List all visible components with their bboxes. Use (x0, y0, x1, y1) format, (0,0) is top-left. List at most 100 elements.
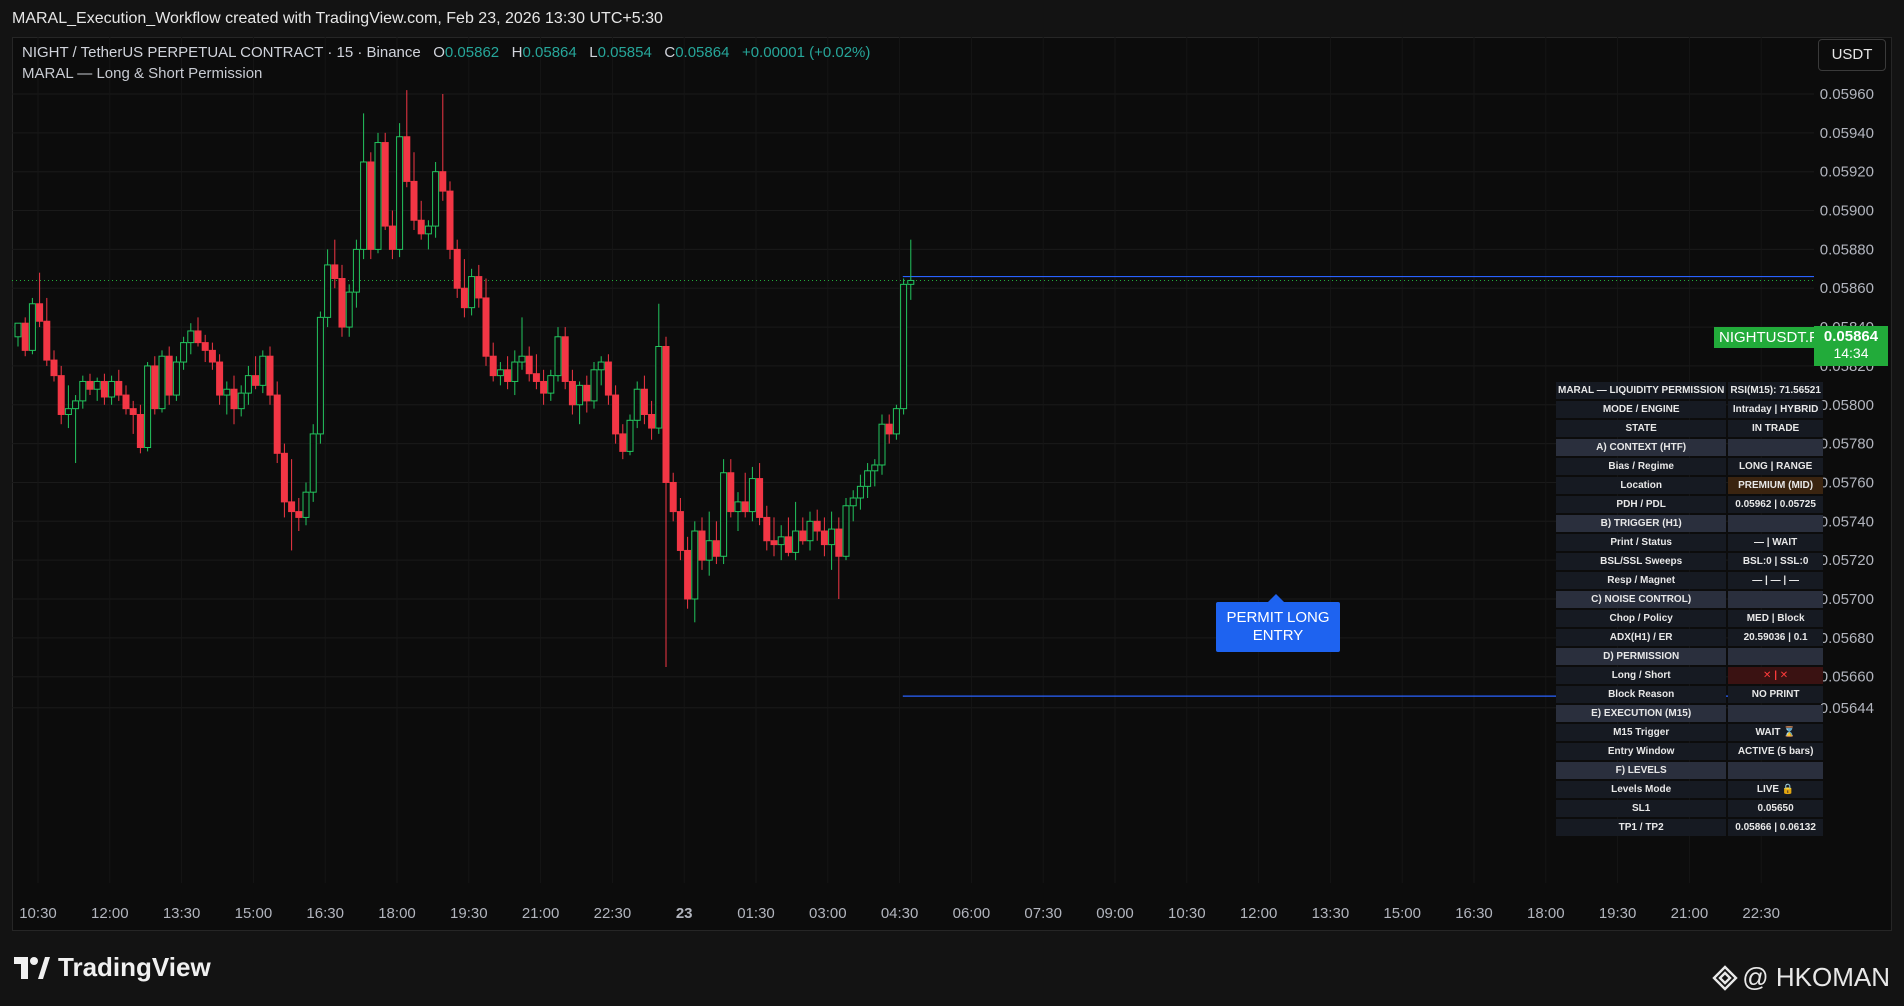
time-axis-label: 22:30 (594, 905, 632, 922)
dashboard-key: PDH / PDL (1556, 496, 1727, 513)
dashboard-row: MODE / ENGINE Intraday | HYBRID (1556, 401, 1823, 418)
dashboard-row: ADX(H1) / ER 20.59036 | 0.1 (1556, 629, 1823, 646)
candle-bear (727, 472, 735, 513)
candle-bull (864, 470, 872, 487)
dashboard-key: B) TRIGGER (H1) (1556, 515, 1727, 532)
price-axis-label: 0.05720 (1820, 552, 1874, 569)
dashboard-key: D) PERMISSION (1556, 648, 1727, 665)
price-axis-label: 0.05800 (1820, 397, 1874, 414)
dashboard-row: Bias / Regime LONG | RANGE (1556, 458, 1823, 475)
dashboard-key: STATE (1556, 420, 1727, 437)
time-axis-label: 21:00 (522, 905, 560, 922)
candle-bear (619, 433, 627, 452)
candle-bear (100, 380, 108, 398)
price-axis-label: 0.05960 (1820, 86, 1874, 103)
candle-bull (907, 279, 915, 285)
symbol-name[interactable]: NIGHT / TetherUS PERPETUAL CONTRACT · 15… (22, 44, 421, 61)
time-axis-label: 23 (676, 905, 693, 922)
permit-label-line2: ENTRY (1252, 627, 1304, 644)
time-axis-label: 15:00 (235, 905, 273, 922)
price-axis-label: 0.05780 (1820, 436, 1874, 453)
candle-bear (194, 330, 202, 344)
candle-bull (396, 136, 404, 250)
candle-bull (158, 355, 166, 410)
candle-bull (849, 497, 857, 507)
candle-bull (748, 478, 756, 513)
dashboard-row: Print / Status — | WAIT (1556, 534, 1823, 551)
dashboard-row: SL1 0.05650 (1556, 800, 1823, 817)
candle-bear (813, 520, 821, 532)
dashboard-row: Entry Window ACTIVE (5 bars) (1556, 743, 1823, 760)
dashboard-value (1728, 515, 1823, 532)
low-value: 0.05854 (597, 44, 652, 61)
price-axis-label: 0.05880 (1820, 241, 1874, 258)
dashboard-row: MARAL — LIQUIDITY PERMISSION RSI(M15): 71… (1556, 382, 1823, 399)
candle-bear (417, 219, 425, 235)
dashboard-key: MARAL — LIQUIDITY PERMISSION (1556, 382, 1727, 399)
candle-bull (547, 375, 555, 394)
symbol-price-tag: NIGHTUSDT.P (1714, 327, 1825, 348)
candle-bull (180, 342, 188, 363)
candle-bear (698, 530, 706, 561)
candle-bear (367, 161, 375, 250)
dashboard-value: PREMIUM (MID) (1728, 477, 1823, 494)
currency-button[interactable]: USDT (1818, 39, 1886, 71)
candle-bear (129, 408, 137, 415)
candle-bull (633, 388, 641, 421)
candle-bull (511, 361, 519, 382)
candle-bear (252, 375, 260, 386)
candle-bear (820, 530, 828, 546)
dashboard-row: Chop / Policy MED | Block (1556, 610, 1823, 627)
indicator-legend[interactable]: MARAL — Long & Short Permission (22, 65, 262, 82)
open-value: 0.05862 (444, 44, 500, 61)
candle-bull (223, 388, 231, 396)
dashboard-value: 0.05650 (1728, 800, 1823, 817)
time-axis-label: 13:30 (1312, 905, 1350, 922)
dashboard-key: BSL/SSL Sweeps (1556, 553, 1727, 570)
candle-bull (691, 530, 699, 600)
candle-bull (655, 346, 663, 429)
candle-bear (763, 516, 771, 542)
dashboard-row: B) TRIGGER (H1) (1556, 515, 1823, 532)
author-watermark: @ HKOMAN (1712, 962, 1890, 993)
candle-bear (36, 303, 44, 322)
candle-bull (806, 520, 814, 542)
candle-bear (273, 394, 281, 454)
dashboard-row: STATE IN TRADE (1556, 420, 1823, 437)
dashboard-value: BSL:0 | SSL:0 (1728, 553, 1823, 570)
dashboard-row: Block Reason NO PRINT (1556, 686, 1823, 703)
dashboard-row: Resp / Magnet — | — | — (1556, 572, 1823, 589)
window-title: MARAL_Execution_Workflow created with Tr… (12, 10, 663, 27)
dashboard-value (1728, 648, 1823, 665)
candle-bear (165, 355, 173, 396)
time-axis-label: 10:30 (1168, 905, 1206, 922)
candle-bear (453, 248, 461, 289)
candle-bear (799, 530, 807, 542)
permit-label-line1: PERMIT LONG (1226, 609, 1330, 626)
dashboard-value: Intraday | HYBRID (1728, 401, 1823, 418)
candle-bull (842, 505, 850, 557)
candle-bull (309, 433, 317, 493)
permit-long-label: PERMIT LONG ENTRY (1216, 594, 1340, 652)
dashboard-key: Print / Status (1556, 534, 1727, 551)
permission-dashboard: MARAL — LIQUIDITY PERMISSION RSI(M15): 71… (1554, 380, 1825, 838)
dashboard-value: — | WAIT (1728, 534, 1823, 551)
candle-bear (21, 322, 29, 351)
dashboard-value: ACTIVE (5 bars) (1728, 743, 1823, 760)
dashboard-value (1728, 591, 1823, 608)
change-value: +0.00001 (+0.02%) (741, 44, 871, 61)
candle-bear (648, 413, 656, 429)
dashboard-key: Long / Short (1556, 667, 1727, 684)
candle-bear (201, 342, 209, 351)
dashboard-row: E) EXECUTION (M15) (1556, 705, 1823, 722)
candle-bear (540, 380, 548, 394)
time-axis-label: 09:00 (1096, 905, 1134, 922)
time-axis-label: 12:00 (91, 905, 129, 922)
dashboard-value: 0.05962 | 0.05725 (1728, 496, 1823, 513)
tradingview-logo[interactable]: TradingView (14, 952, 211, 983)
candle-bear (439, 171, 447, 192)
price-axis-label: 0.05644 (1820, 700, 1874, 717)
candle-bull (14, 322, 22, 338)
candle-bull (93, 380, 101, 390)
candle-bear (410, 180, 418, 221)
